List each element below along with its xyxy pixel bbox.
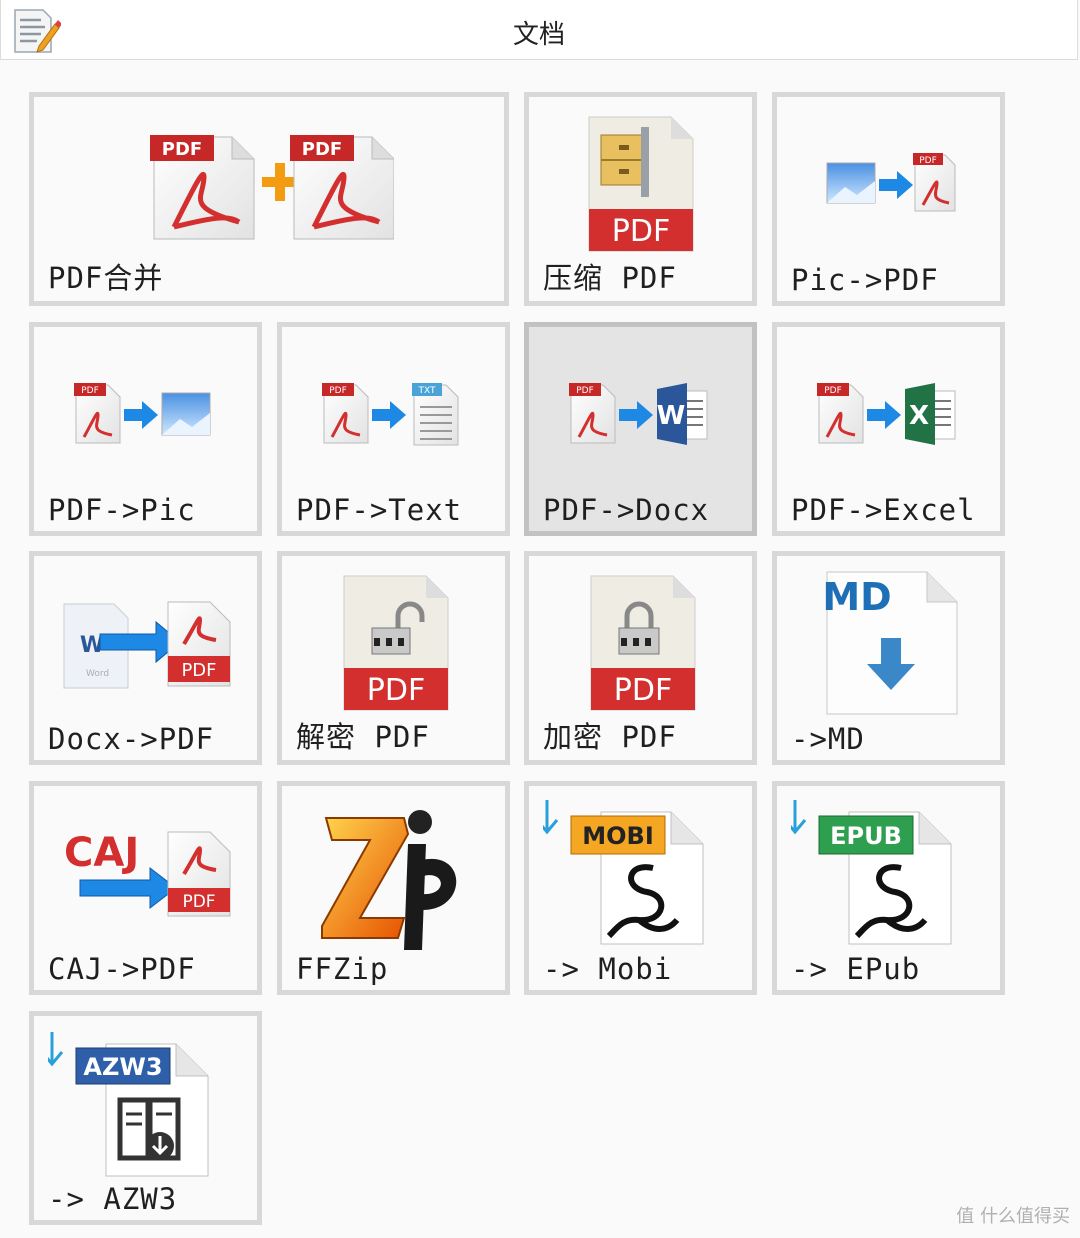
pic-to-pdf-icon: PDF [826, 153, 956, 212]
tile-label: Pic->PDF [791, 263, 939, 297]
svg-text:PDF: PDF [302, 139, 342, 160]
tile-label: 加密 PDF [543, 720, 677, 754]
tile-label: PDF合并 [48, 261, 164, 295]
tile-label: 解密 PDF [296, 720, 430, 754]
svg-text:PDF: PDF [182, 892, 215, 912]
tile-label: PDF->Docx [543, 493, 710, 527]
svg-text:EPUB: EPUB [830, 822, 902, 850]
mobi-ebook-icon: MOBI [543, 800, 704, 945]
svg-text:MOBI: MOBI [582, 822, 654, 850]
svg-text:PDF: PDF [919, 156, 937, 166]
svg-text:PDF: PDF [614, 673, 672, 708]
watermark: 值 什么值得买 [956, 1206, 1070, 1227]
tile-label: 压缩 PDF [543, 261, 677, 295]
svg-text:MD: MD [822, 575, 891, 619]
zip-logo-icon [321, 810, 457, 950]
tile-to-epub[interactable]: EPUB -> EPub [772, 781, 1005, 995]
markdown-download-icon: MD [822, 571, 958, 715]
tile-pdf-merge[interactable]: PDF PDF PDF合并 [29, 92, 509, 306]
tile-pdf-to-text[interactable]: PDF TXT PDF->Text [277, 322, 510, 536]
compress-pdf-icon: PDF [588, 116, 694, 252]
pdf-to-excel-icon: PDF X [817, 383, 956, 445]
tile-decrypt-pdf[interactable]: PDF 解密 PDF [277, 551, 510, 765]
svg-text:PDF: PDF [329, 386, 347, 396]
tile-label: PDF->Excel [791, 493, 976, 527]
tile-pdf-to-docx[interactable]: PDF W PDF->Docx [524, 322, 757, 536]
svg-text:X: X [909, 401, 929, 431]
tile-label: FFZip [296, 952, 389, 986]
svg-text:Word: Word [86, 669, 109, 679]
title-bar: 文档 [0, 0, 1078, 60]
tile-encrypt-pdf[interactable]: PDF 加密 PDF [524, 551, 757, 765]
tile-pic-to-pdf[interactable]: PDF Pic->PDF [772, 92, 1005, 306]
tile-to-mobi[interactable]: MOBI -> Mobi [524, 781, 757, 995]
svg-text:AZW3: AZW3 [83, 1053, 162, 1081]
tile-label: Docx->PDF [48, 722, 215, 756]
tile-to-azw3[interactable]: AZW3 -> AZW3 [29, 1011, 262, 1225]
svg-text:W: W [657, 401, 686, 431]
tile-label: -> AZW3 [48, 1182, 178, 1216]
svg-text:PDF: PDF [612, 214, 670, 249]
decrypt-pdf-icon: PDF [343, 575, 449, 711]
tile-label: PDF->Pic [48, 493, 196, 527]
svg-text:PDF: PDF [576, 386, 594, 396]
tile-ffzip[interactable]: FFZip [277, 781, 510, 995]
svg-text:TXT: TXT [417, 386, 436, 396]
tile-label: -> EPub [791, 952, 921, 986]
svg-text:PDF: PDF [181, 660, 216, 681]
pdf-to-text-icon: PDF TXT [322, 383, 459, 446]
tile-docx-to-pdf[interactable]: Word W PDF Docx->PDF [29, 551, 262, 765]
window-title: 文档 [512, 20, 565, 50]
tile-pdf-to-excel[interactable]: PDF X PDF->Excel [772, 322, 1005, 536]
svg-text:PDF: PDF [824, 386, 842, 396]
pdf-to-pic-icon: PDF [74, 383, 211, 444]
tile-label: -> Mobi [543, 952, 673, 986]
tile-label: CAJ->PDF [48, 952, 196, 986]
tile-caj-to-pdf[interactable]: CAJ PDF CAJ->PDF [29, 781, 262, 995]
tile-to-md[interactable]: MD ->MD [772, 551, 1005, 765]
azw3-ebook-icon: AZW3 [48, 1032, 209, 1177]
svg-text:PDF: PDF [367, 673, 425, 708]
encrypt-pdf-icon: PDF [590, 575, 696, 711]
tile-compress-pdf[interactable]: PDF 压缩 PDF [524, 92, 757, 306]
epub-ebook-icon: EPUB [791, 800, 952, 945]
svg-text:PDF: PDF [81, 386, 99, 396]
pdf-merge-icon: PDF PDF [150, 135, 394, 240]
caj-to-pdf-icon: CAJ PDF [64, 830, 231, 917]
svg-text:PDF: PDF [162, 139, 202, 160]
tile-label: PDF->Text [296, 493, 463, 527]
svg-text:CAJ: CAJ [64, 830, 139, 876]
tile-label: ->MD [791, 722, 865, 756]
pdf-to-docx-icon: PDF W [569, 383, 708, 445]
tile-pdf-to-pic[interactable]: PDF PDF->Pic [29, 322, 262, 536]
docx-to-pdf-icon: Word W PDF [63, 601, 231, 689]
